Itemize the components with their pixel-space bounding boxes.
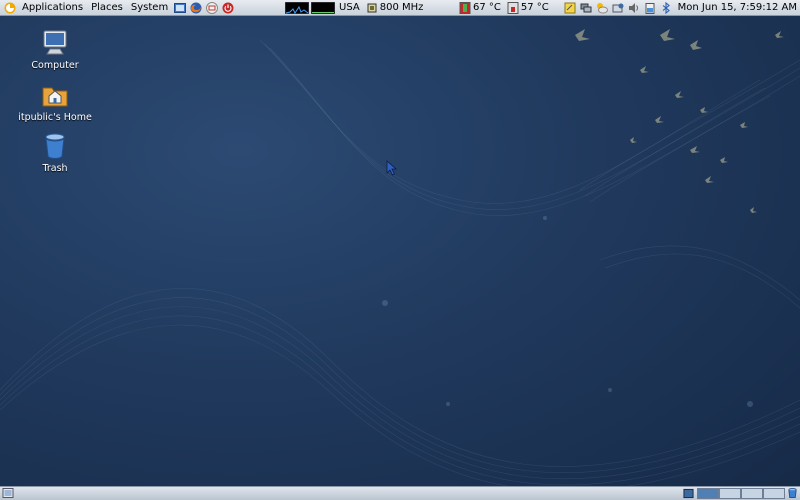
system-menu-label: System — [130, 1, 169, 13]
clock[interactable]: Mon Jun 15, 7:59:12 AM — [674, 0, 800, 16]
workspace-3[interactable] — [741, 488, 763, 499]
launchers — [172, 0, 236, 16]
cpu-frequency-label: 800 MHz — [379, 1, 424, 13]
show-desktop-icon[interactable] — [2, 487, 14, 499]
thermometer-icon — [459, 1, 471, 14]
temperature-monitor-1[interactable]: 67 °C — [457, 0, 505, 16]
places-menu[interactable]: Places — [87, 0, 127, 16]
cpu-graph — [285, 1, 310, 14]
home-folder-icon — [42, 87, 68, 107]
temperature-2-label: 57 °C — [520, 1, 549, 13]
cpu-frequency-monitor[interactable]: 800 MHz — [364, 0, 428, 16]
trash-icon — [45, 133, 65, 159]
bluetooth-icon[interactable] — [660, 1, 672, 14]
volume-icon[interactable] — [628, 2, 640, 14]
desktop-icon-trash[interactable]: Trash — [10, 131, 100, 174]
firefox-launcher-icon[interactable] — [190, 2, 202, 14]
computer-icon — [43, 30, 67, 55]
update-notifier-icon[interactable] — [612, 2, 624, 14]
cpu-chip-icon — [367, 3, 377, 12]
notification-area — [562, 0, 674, 16]
applications-menu[interactable]: Applications — [0, 0, 87, 16]
file-manager-launcher-icon[interactable] — [174, 2, 187, 14]
desktop-icon-computer[interactable]: Computer — [10, 28, 100, 71]
weather-icon[interactable] — [596, 2, 608, 14]
desktop-icon-home[interactable]: itpublic's Home — [10, 80, 100, 123]
shutdown-launcher-icon[interactable] — [222, 2, 234, 14]
notes-icon[interactable] — [564, 2, 576, 14]
thermometer-icon — [507, 1, 519, 14]
window-list-icon[interactable] — [683, 488, 694, 499]
wallpaper — [0, 29, 800, 492]
top-panel: Applications Places System USA 800 MHz 6… — [0, 0, 800, 16]
bottom-panel — [0, 486, 800, 500]
places-menu-label: Places — [91, 1, 123, 13]
workspace-1[interactable] — [697, 488, 719, 499]
memory-graph — [311, 1, 336, 14]
keyboard-layout-label: USA — [339, 1, 360, 13]
system-menu[interactable]: System — [127, 0, 172, 16]
desktop-icon-computer-label: Computer — [31, 60, 79, 71]
trash-applet-icon[interactable] — [787, 487, 798, 499]
workspace-2[interactable] — [719, 488, 741, 499]
network-icon[interactable] — [580, 2, 592, 14]
clock-label: Mon Jun 15, 7:59:12 AM — [677, 1, 797, 13]
desktop-icon-trash-label: Trash — [42, 163, 68, 174]
temperature-1-label: 67 °C — [472, 1, 501, 13]
mail-launcher-icon[interactable] — [206, 1, 219, 14]
applications-menu-label: Applications — [22, 1, 84, 13]
workspace-4[interactable] — [763, 488, 785, 499]
distro-logo-icon — [4, 2, 16, 13]
temperature-monitor-2[interactable]: 57 °C — [505, 0, 553, 16]
mouse-pointer-icon — [386, 160, 398, 176]
system-monitor[interactable] — [285, 0, 336, 16]
desktop[interactable]: Applications Places System USA 800 MHz 6… — [0, 0, 800, 500]
desktop-icon-home-label: itpublic's Home — [18, 112, 92, 123]
battery-icon[interactable] — [644, 2, 656, 14]
keyboard-indicator[interactable]: USA — [335, 0, 364, 16]
